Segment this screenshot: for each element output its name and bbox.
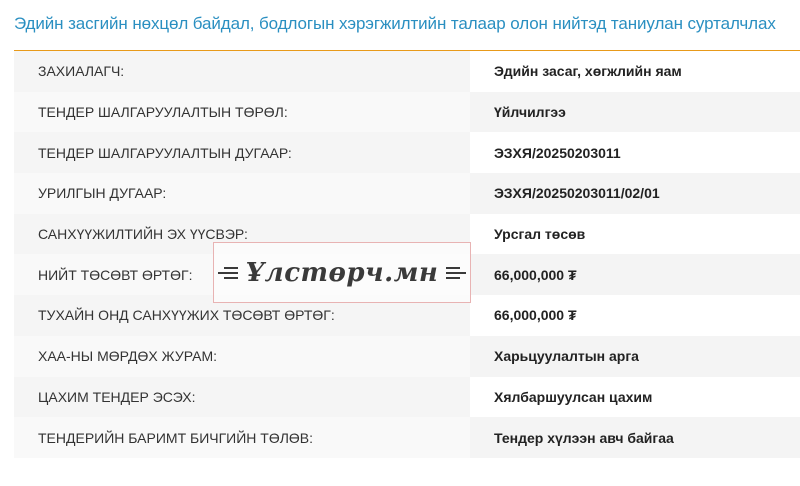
row-label: ЗАХИАЛАГЧ: <box>14 51 470 92</box>
row-value: Урсгал төсөв <box>470 213 800 255</box>
row-label: ТЕНДЕРИЙН БАРИМТ БИЧГИЙН ТӨЛӨВ: <box>14 417 470 458</box>
row-label: ТЕНДЕР ШАЛГАРУУЛАЛТЫН ТӨРӨЛ: <box>14 91 470 133</box>
row-value: Эдийн засаг, хөгжлийн яам <box>470 51 800 92</box>
watermark-right-lines <box>446 266 467 279</box>
row-label: ТЕНДЕР ШАЛГАРУУЛАЛТЫН ДУГААР: <box>14 132 470 174</box>
row-label: УРИЛГЫН ДУГААР: <box>14 173 470 214</box>
table-row: УРИЛГЫН ДУГААР: ЭЗХЯ/20250203011/02/01 <box>14 173 800 214</box>
table-row: ЗАХИАЛАГЧ: Эдийн засаг, хөгжлийн яам <box>14 51 800 92</box>
row-value: Харьцуулалтын арга <box>470 335 800 377</box>
row-label: ЦАХИМ ТЕНДЕР ЭСЭХ: <box>14 376 470 418</box>
page-title: Эдийн засгийн нөхцөл байдал, бодлогын хэ… <box>14 14 776 33</box>
row-label: ХАА-НЫ МӨРДӨХ ЖУРАМ: <box>14 335 470 377</box>
table-row: ХАА-НЫ МӨРДӨХ ЖУРАМ: Харьцуулалтын арга <box>14 335 800 377</box>
row-value: Тендер хүлээн авч байгаа <box>470 417 800 458</box>
watermark-text: Ұлстөрч.мн <box>245 257 439 288</box>
watermark-left-lines <box>217 266 238 279</box>
row-value: ЭЗХЯ/20250203011/02/01 <box>470 173 800 214</box>
table-row: ТЕНДЕР ШАЛГАРУУЛАЛТЫН ТӨРӨЛ: Үйлчилгээ <box>14 91 800 133</box>
row-value: Хялбаршуулсан цахим <box>470 376 800 418</box>
row-value: 66,000,000 ₮ <box>470 254 800 296</box>
row-value: 66,000,000 ₮ <box>470 295 800 336</box>
row-value: Үйлчилгээ <box>470 91 800 133</box>
table-row: ТЕНДЕР ШАЛГАРУУЛАЛТЫН ДУГААР: ЭЗХЯ/20250… <box>14 132 800 174</box>
table-row: ТЕНДЕРИЙН БАРИМТ БИЧГИЙН ТӨЛӨВ: Тендер х… <box>14 417 800 458</box>
row-value: ЭЗХЯ/20250203011 <box>470 132 800 174</box>
table-row: ЦАХИМ ТЕНДЕР ЭСЭХ: Хялбаршуулсан цахим <box>14 376 800 418</box>
watermark-logo: Ұлстөрч.мн <box>213 242 471 303</box>
